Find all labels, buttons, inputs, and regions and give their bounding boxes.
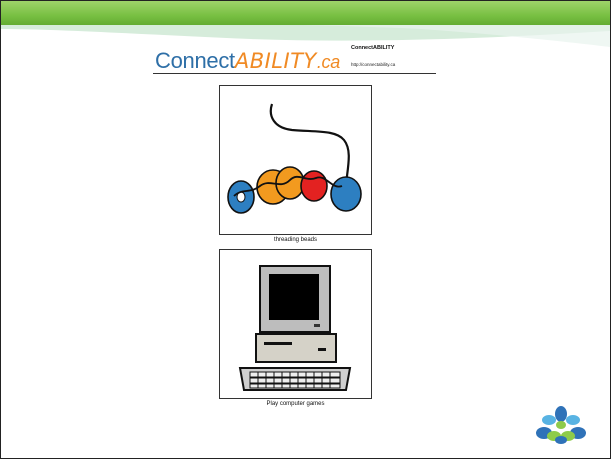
computer-games-card xyxy=(219,249,372,399)
flower-logo-icon xyxy=(536,406,586,444)
computer-icon xyxy=(238,265,352,391)
logo-highlight: ABILITY xyxy=(234,49,317,73)
slide: ConnectABILITY.ca ConnectABILITY http://… xyxy=(0,0,611,459)
brand-name: ConnectABILITY xyxy=(351,45,395,51)
logo-prefix: Connect xyxy=(155,48,235,73)
threading-beads-caption: threading beads xyxy=(273,237,318,243)
threading-beads-icon xyxy=(227,103,362,214)
top-banner xyxy=(1,1,610,27)
connectability-logo: ConnectABILITY.ca xyxy=(155,48,340,74)
logo-suffix: .ca xyxy=(316,52,340,72)
brand-url[interactable]: http://connectability.ca xyxy=(351,62,395,67)
threading-beads-card xyxy=(219,85,372,235)
connectability-header: ConnectABILITY.ca ConnectABILITY http://… xyxy=(153,43,436,74)
computer-games-caption: Play computer games xyxy=(266,401,325,407)
